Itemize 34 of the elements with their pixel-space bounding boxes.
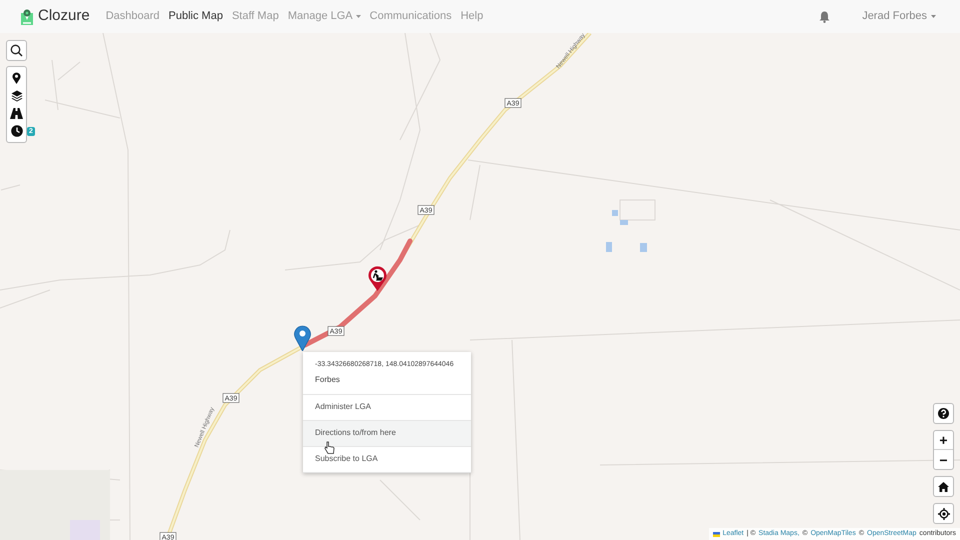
hand-cursor-icon (324, 441, 335, 454)
layers-icon (10, 90, 22, 102)
history-button[interactable] (10, 125, 22, 138)
help-button[interactable] (933, 403, 954, 424)
search-button[interactable] (6, 40, 27, 61)
nav-link[interactable]: Communications (370, 8, 452, 25)
crosshair-icon (938, 508, 950, 520)
roadwork-marker-icon (368, 266, 387, 291)
nav-link[interactable]: Staff Map (232, 8, 279, 25)
popup-menu-item[interactable]: Administer LGA (303, 394, 471, 420)
search-icon (10, 44, 23, 57)
road-icon (10, 108, 23, 119)
nav-link[interactable]: Public Map (168, 8, 223, 25)
home-button[interactable] (933, 476, 954, 497)
brand-name[interactable]: Clozure (38, 5, 90, 28)
help-icon (938, 408, 949, 419)
zoom-out-button[interactable]: − (934, 450, 953, 469)
popup-menu-item[interactable]: Directions to/from here (303, 420, 471, 446)
layers-button[interactable] (9, 88, 24, 104)
flag-icon (712, 532, 720, 536)
road-button[interactable] (9, 106, 24, 121)
nav-link[interactable]: Help (460, 8, 484, 25)
zoom-in-button[interactable]: + (934, 431, 953, 450)
home-icon (938, 482, 949, 492)
popup-menu-item[interactable]: Subscribe to LGA (303, 446, 471, 472)
nav-link[interactable]: Dashboard (106, 8, 160, 25)
place-name: Forbes (315, 374, 341, 386)
nav-link[interactable]: Manage LGA (288, 8, 361, 25)
locate-button[interactable] (933, 503, 954, 524)
map-pin-icon (20, 8, 34, 24)
notification-bell-icon[interactable] (819, 10, 830, 22)
location-pin-icon (12, 72, 21, 84)
clock-icon (10, 125, 22, 138)
user-menu[interactable]: Jerad Forbes (862, 8, 936, 25)
